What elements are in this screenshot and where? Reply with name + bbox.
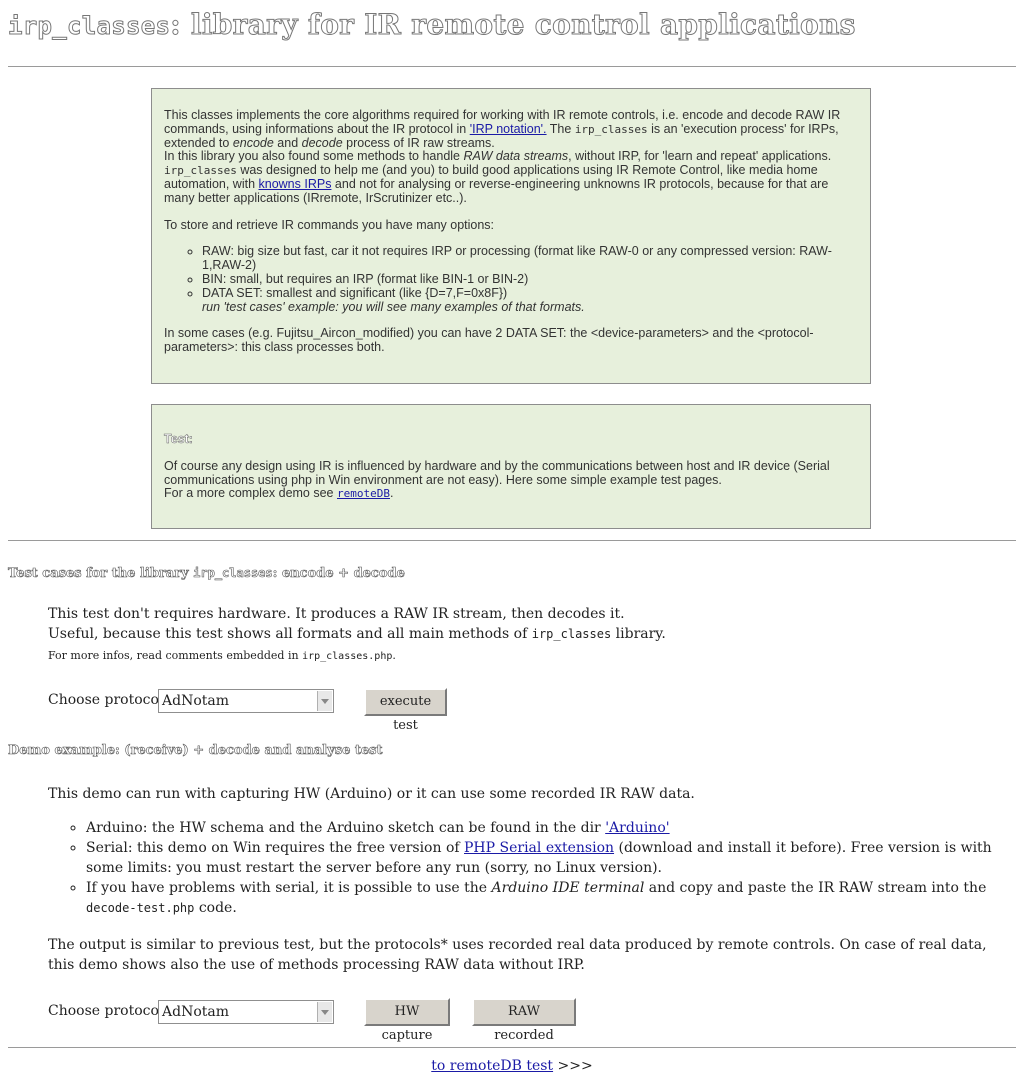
page-title: irp_classes: library for IR remote contr… [7,8,856,42]
divider [8,1047,1016,1048]
protocol-label: Choose protocol: [48,1003,169,1019]
demo-protocol-select[interactable]: AdNotam [158,1000,334,1024]
test-cases-line-2: Useful, because this test shows all form… [48,626,666,642]
list-item: Serial: this demo on Win requires the fr… [86,838,1024,878]
knowns-irps-link[interactable]: knowns IRPs [259,177,332,191]
divider [8,540,1016,541]
arduino-link[interactable]: 'Arduino' [605,820,669,836]
intro-paragraph-4: To store and retrieve IR commands you ha… [164,217,495,232]
storage-options-list: RAW: big size but fast, car it not requi… [164,245,858,314]
execute-test-button[interactable]: execute test [364,688,447,733]
chevron-down-icon[interactable] [317,691,332,711]
test-cases-line-1: This test don't requires hardware. It pr… [48,606,625,622]
hw-capture-button[interactable]: HW capture [364,998,450,1043]
intro-box: This classes implements the core algorit… [151,88,871,384]
intro-paragraph-2: In this library you also found some meth… [164,149,832,164]
protocol-select-value: AdNotam [162,1004,229,1020]
irp-notation-link[interactable]: 'IRP notation'. [470,122,547,136]
tests-paragraph-1: Of course any design using IR is influen… [164,458,830,487]
divider [8,66,1016,67]
list-item: DATA SET: smallest and significant (like… [202,286,858,315]
protocol-select-value: AdNotam [162,693,229,709]
demo-heading: Demo example: (receive) + decode and ana… [8,743,383,759]
list-item: Arduino: the HW schema and the Arduino s… [86,818,1024,838]
tests-paragraph-2: For a more complex demo see remoteDB. [164,486,394,501]
demo-intro: This demo can run with capturing HW (Ard… [48,786,695,802]
intro-paragraph-3: irp_classes was designed to help me (and… [164,163,829,205]
php-serial-link[interactable]: PHP Serial extension [464,840,614,856]
test-cases-heading: Test cases for the library irp_classes: … [8,566,405,582]
test-cases-line-3: For more infos, read comments embedded i… [48,649,396,662]
protocol-select[interactable]: AdNotam [158,689,334,713]
raw-recorded-button[interactable]: RAW recorded [472,998,576,1043]
list-item: RAW: big size but fast, car it not requi… [202,245,858,273]
remotedb-link[interactable]: remoteDB [337,487,390,500]
tests-heading: Test: [164,432,193,446]
chevron-down-icon[interactable] [317,1002,332,1022]
tests-box: Test: Of course any design using IR is i… [151,404,871,529]
intro-paragraph-1: This classes implements the core algorit… [164,108,841,150]
remotedb-test-link[interactable]: to remoteDB test [431,1058,553,1074]
title-code: irp_classes [7,12,171,41]
footer: to remoteDB test >>> [431,1058,593,1074]
intro-paragraph-5: In some cases (e.g. Fujitsu_Aircon_modif… [164,326,814,355]
demo-notes-list: Arduino: the HW schema and the Arduino s… [48,818,1024,918]
list-item: BIN: small, but requires an IRP (format … [202,272,858,287]
title-text: : library for IR remote control applicat… [170,8,856,42]
demo-outro: The output is similar to previous test, … [48,937,987,973]
protocol-label: Choose protocol: [48,692,169,708]
list-item: If you have problems with serial, it is … [86,878,1024,918]
